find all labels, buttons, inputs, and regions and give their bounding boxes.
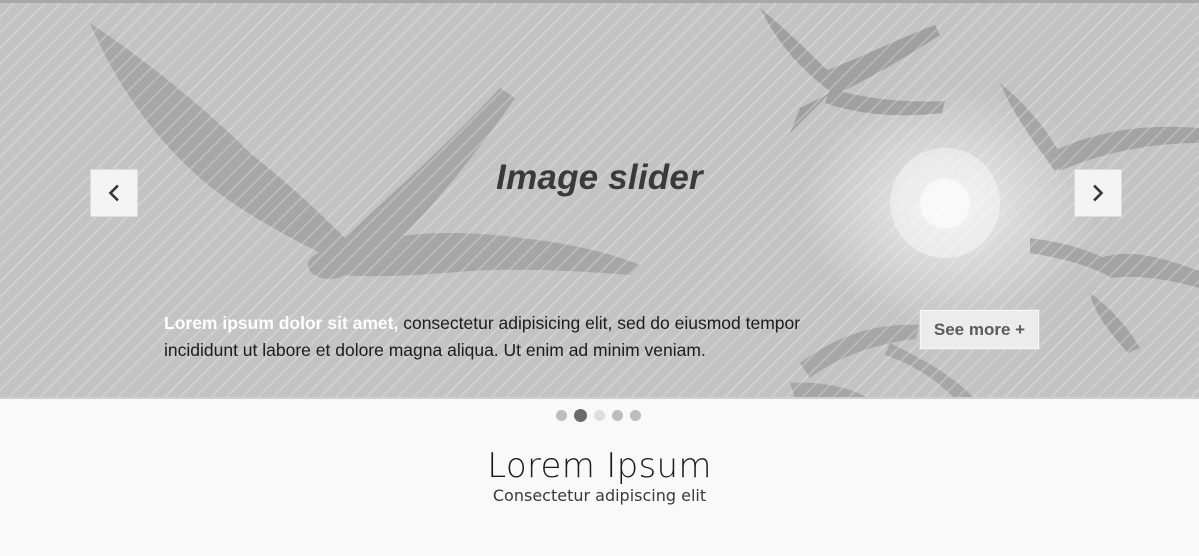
section-subheading: Consectetur adipiscing elit — [492, 486, 707, 505]
slide-dot-1[interactable] — [556, 409, 567, 421]
caption-lead: Lorem ipsum dolor sit amet, — [164, 313, 399, 333]
slider-pagination-dots — [0, 407, 1199, 423]
next-slide-button[interactable] — [1074, 169, 1122, 217]
section-heading: Lorem Ipsum — [487, 446, 712, 486]
page: Image slider Lorem ipsum dolor sit amet,… — [0, 0, 1199, 556]
slide-title: Image slider — [496, 158, 703, 197]
chevron-right-icon — [1093, 184, 1104, 202]
slide-dot-4[interactable] — [612, 409, 623, 421]
slide-dot-5[interactable] — [630, 409, 641, 421]
slide-dot-3[interactable] — [594, 409, 605, 421]
slide-caption: Lorem ipsum dolor sit amet, consectetur … — [164, 310, 844, 364]
previous-slide-button[interactable] — [90, 169, 138, 217]
see-more-button[interactable]: See more + — [919, 309, 1040, 350]
slide-dot-2-active[interactable] — [574, 408, 587, 422]
chevron-left-icon — [108, 184, 119, 202]
image-slider: Image slider Lorem ipsum dolor sit amet,… — [0, 0, 1199, 399]
